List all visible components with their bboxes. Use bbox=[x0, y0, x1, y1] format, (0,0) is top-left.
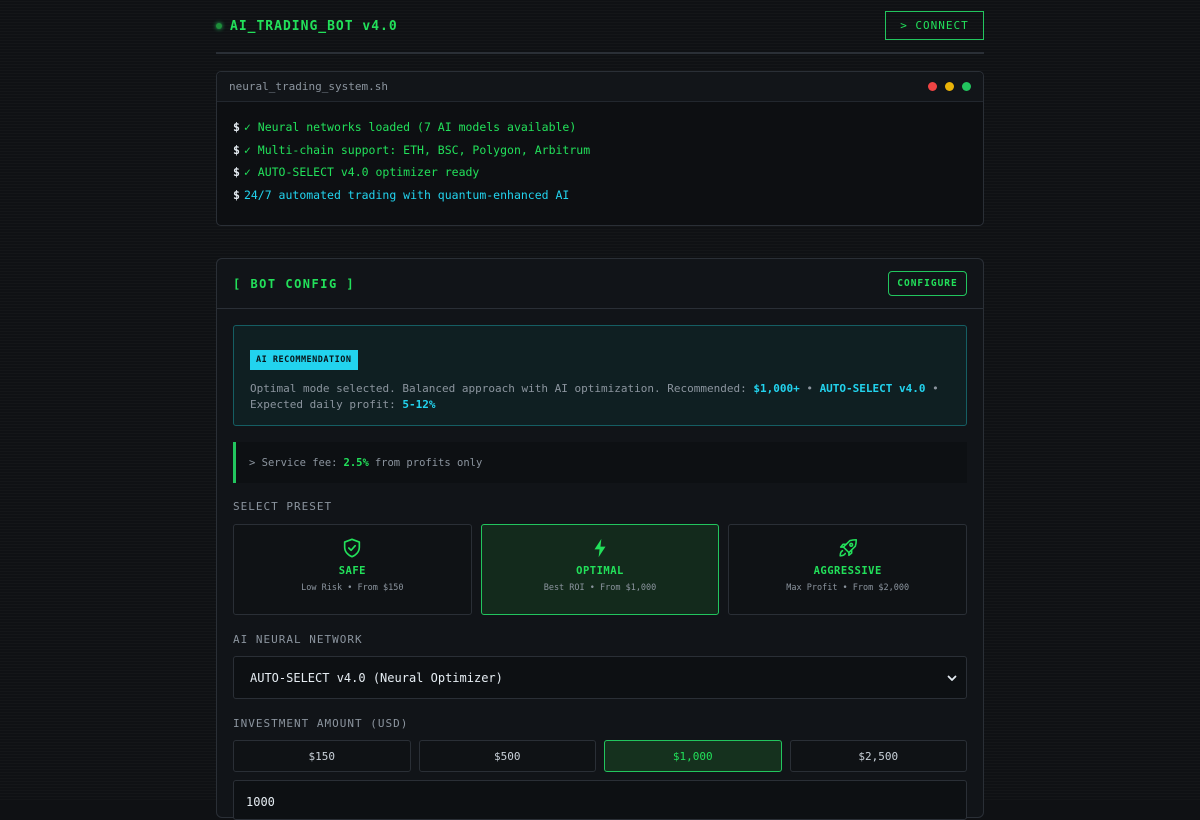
lightning-icon bbox=[594, 538, 606, 558]
preset-label: SELECT PRESET bbox=[233, 500, 333, 513]
amount-option[interactable]: $2,500 bbox=[789, 740, 967, 772]
preset-name: SAFE bbox=[338, 565, 366, 577]
preset-name: AGGRESSIVE bbox=[813, 565, 882, 577]
amount-option[interactable]: $150 bbox=[233, 740, 411, 772]
fee-prefix: > Service fee: bbox=[249, 456, 338, 469]
expected-profit: 5-12% bbox=[402, 398, 436, 411]
recommendation-badge: AI RECOMMENDATION bbox=[250, 350, 358, 370]
amount-presets: $150 $500 $1,000 $2,500 bbox=[233, 740, 967, 772]
connect-button[interactable]: > CONNECT bbox=[885, 10, 984, 40]
prompt-symbol: $ bbox=[233, 142, 240, 157]
profit-label: Expected daily profit: bbox=[250, 398, 396, 411]
terminal-line-text: ✓ Multi-chain support: ETH, BSC, Polygon… bbox=[243, 142, 591, 157]
maximize-dot-icon[interactable] bbox=[962, 82, 971, 91]
prompt-symbol: $ bbox=[233, 120, 240, 134]
recommendation-prefix: Optimal mode selected. Balanced approach… bbox=[250, 382, 747, 395]
bot-config-panel: [ BOT CONFIG ] CONFIGURE AI RECOMMENDATI… bbox=[216, 258, 984, 820]
amount-input[interactable]: 1000 bbox=[233, 780, 967, 820]
amount-option[interactable]: $500 bbox=[418, 740, 596, 772]
terminal-filename: neural_trading_system.sh bbox=[229, 80, 388, 93]
terminal-line-text: ✓ AUTO-SELECT v4.0 optimizer ready bbox=[243, 165, 480, 180]
terminal-line: $24/7 automated trading with quantum-enh… bbox=[233, 184, 967, 207]
prompt-symbol: $ bbox=[233, 165, 240, 180]
terminal-line-text: ✓ Neural networks loaded (7 AI models av… bbox=[243, 120, 577, 134]
fee-suffix: from profits only bbox=[374, 456, 483, 469]
preset-aggressive[interactable]: AGGRESSIVE Max Profit • From $2,000 bbox=[728, 524, 968, 615]
separator: • bbox=[806, 382, 813, 395]
close-dot-icon[interactable] bbox=[928, 82, 937, 91]
selected-network: AUTO-SELECT v4.0 (Neural Optimizer) bbox=[250, 670, 503, 685]
preset-desc: Max Profit • From $2,000 bbox=[786, 583, 910, 593]
brand: AI_TRADING_BOT v4.0 bbox=[216, 19, 398, 34]
minimize-dot-icon[interactable] bbox=[945, 82, 954, 91]
separator: • bbox=[932, 382, 939, 395]
terminal-window: neural_trading_system.sh $ ✓ Neural netwo… bbox=[216, 71, 984, 226]
preset-selector: SAFE Low Risk • From $150 OPTIMAL Best R… bbox=[233, 524, 968, 615]
terminal-line: $ ✓ AUTO-SELECT v4.0 optimizer ready bbox=[233, 161, 967, 184]
recommended-amount: $1,000+ bbox=[753, 382, 800, 395]
amount-option[interactable]: $1,000 bbox=[604, 740, 782, 772]
service-fee-note: > Service fee: 2.5% from profits only bbox=[233, 442, 967, 483]
top-header: AI_TRADING_BOT v4.0 > CONNECT bbox=[216, 0, 984, 54]
prompt-symbol: $ bbox=[233, 188, 240, 203]
ai-network-select[interactable]: AUTO-SELECT v4.0 (Neural Optimizer) bbox=[233, 656, 967, 699]
status-dot-icon bbox=[216, 23, 222, 29]
config-header: [ BOT CONFIG ] CONFIGURE bbox=[217, 259, 983, 309]
shield-check-icon bbox=[344, 538, 361, 558]
fee-value: 2.5% bbox=[343, 456, 369, 469]
terminal-output: $ ✓ Neural networks loaded (7 AI models a… bbox=[217, 102, 983, 221]
amount-label: INVESTMENT AMOUNT (USD) bbox=[233, 717, 409, 730]
rocket-icon bbox=[839, 538, 857, 557]
window-controls bbox=[928, 82, 971, 91]
recommended-network: AUTO-SELECT v4.0 bbox=[819, 382, 926, 395]
terminal-line: $ ✓ Multi-chain support: ETH, BSC, Polygo… bbox=[233, 139, 967, 162]
config-title: [ BOT CONFIG ] bbox=[233, 276, 356, 291]
preset-optimal[interactable]: OPTIMAL Best ROI • From $1,000 bbox=[480, 524, 720, 615]
preset-desc: Low Risk • From $150 bbox=[301, 583, 404, 593]
preset-desc: Best ROI • From $1,000 bbox=[543, 583, 657, 593]
configure-button[interactable]: CONFIGURE bbox=[888, 271, 967, 296]
ai-recommendation-box: AI RECOMMENDATION Optimal mode selected.… bbox=[233, 325, 967, 426]
terminal-line: $ ✓ Neural networks loaded (7 AI models a… bbox=[233, 116, 967, 139]
preset-name: OPTIMAL bbox=[576, 565, 624, 577]
terminal-line-text: 24/7 automated trading with quantum-enha… bbox=[243, 188, 570, 203]
app-container: AI_TRADING_BOT v4.0 > CONNECT neural_tra… bbox=[216, 0, 984, 820]
app-title: AI_TRADING_BOT v4.0 bbox=[230, 18, 398, 34]
chevron-down-icon bbox=[947, 675, 957, 681]
recommendation-text: Optimal mode selected. Balanced approach… bbox=[250, 381, 950, 413]
terminal-titlebar: neural_trading_system.sh bbox=[217, 72, 983, 102]
preset-safe[interactable]: SAFE Low Risk • From $150 bbox=[233, 524, 472, 615]
network-label: AI NEURAL NETWORK bbox=[233, 633, 363, 646]
